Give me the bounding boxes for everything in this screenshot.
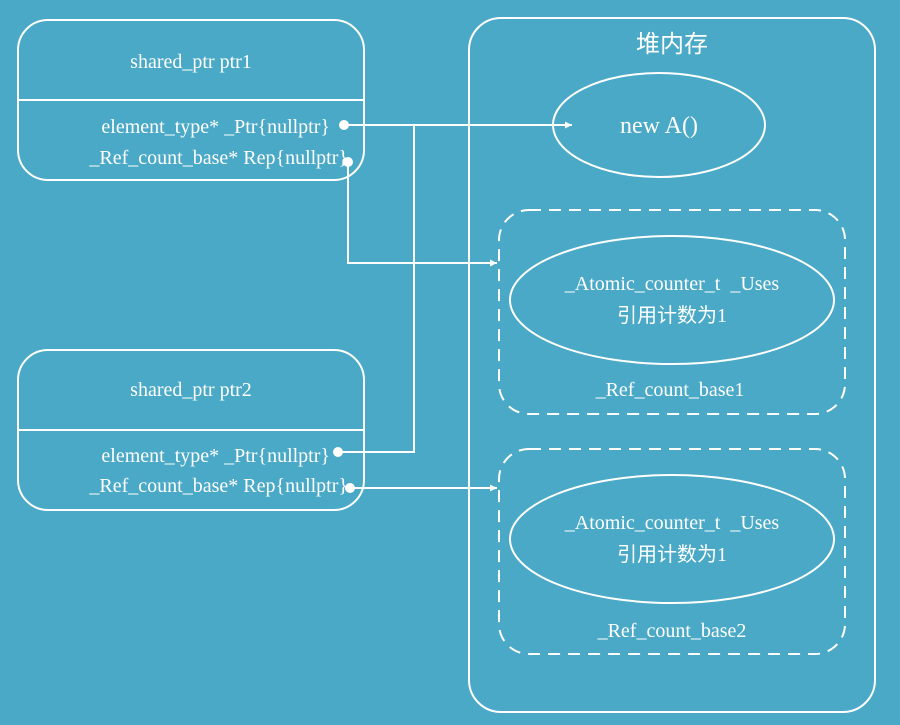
ref-count-base-1-box: _Atomic_counter_t _Uses 引用计数为1 _Ref_coun… bbox=[498, 209, 846, 415]
heap-object-new-a: new A() bbox=[552, 72, 766, 178]
ptr1-field-ptr: element_type* _Ptr{nullptr} bbox=[101, 116, 330, 138]
heap-title: 堆内存 bbox=[636, 31, 708, 58]
diagram-canvas: 堆内存 new A() _Atomic_counter_t _Uses 引用计数… bbox=[17, 17, 876, 713]
ref-count-2-counter-label: _Atomic_counter_t _Uses bbox=[564, 512, 780, 534]
ptr2-title: shared_ptr ptr2 bbox=[130, 379, 252, 401]
ptr1-rep-to-refcount1-arrow bbox=[347, 162, 497, 267]
heap-object-label: new A() bbox=[620, 113, 698, 139]
ref-count-1-name: _Ref_count_base1 bbox=[595, 379, 745, 401]
ref-count-2-name: _Ref_count_base2 bbox=[597, 620, 747, 642]
ptr2-ptr-to-object-line bbox=[338, 125, 415, 453]
ptr2-field-ptr: element_type* _Ptr{nullptr} bbox=[101, 445, 330, 467]
ptr1-field-rep: _Ref_count_base* Rep{nullptr} bbox=[88, 147, 348, 169]
ref-count-2-counter-ellipse bbox=[509, 474, 835, 604]
ref-count-base-2-box: _Atomic_counter_t _Uses 引用计数为1 _Ref_coun… bbox=[498, 448, 846, 655]
ptr1-title: shared_ptr ptr1 bbox=[130, 51, 252, 73]
ref-count-2-count-text: 引用计数为1 bbox=[617, 543, 727, 566]
ref-count-1-counter-label: _Atomic_counter_t _Uses bbox=[564, 273, 780, 295]
ptr2-field-rep: _Ref_count_base* Rep{nullptr} bbox=[88, 475, 348, 497]
shared-ptr-2-box: shared_ptr ptr2 element_type* _Ptr{nullp… bbox=[17, 349, 365, 511]
ref-count-1-counter-ellipse bbox=[509, 235, 835, 365]
shared-ptr-1-box: shared_ptr ptr1 element_type* _Ptr{nullp… bbox=[17, 19, 365, 181]
connectors bbox=[333, 120, 572, 493]
ref-count-1-count-text: 引用计数为1 bbox=[617, 304, 727, 327]
